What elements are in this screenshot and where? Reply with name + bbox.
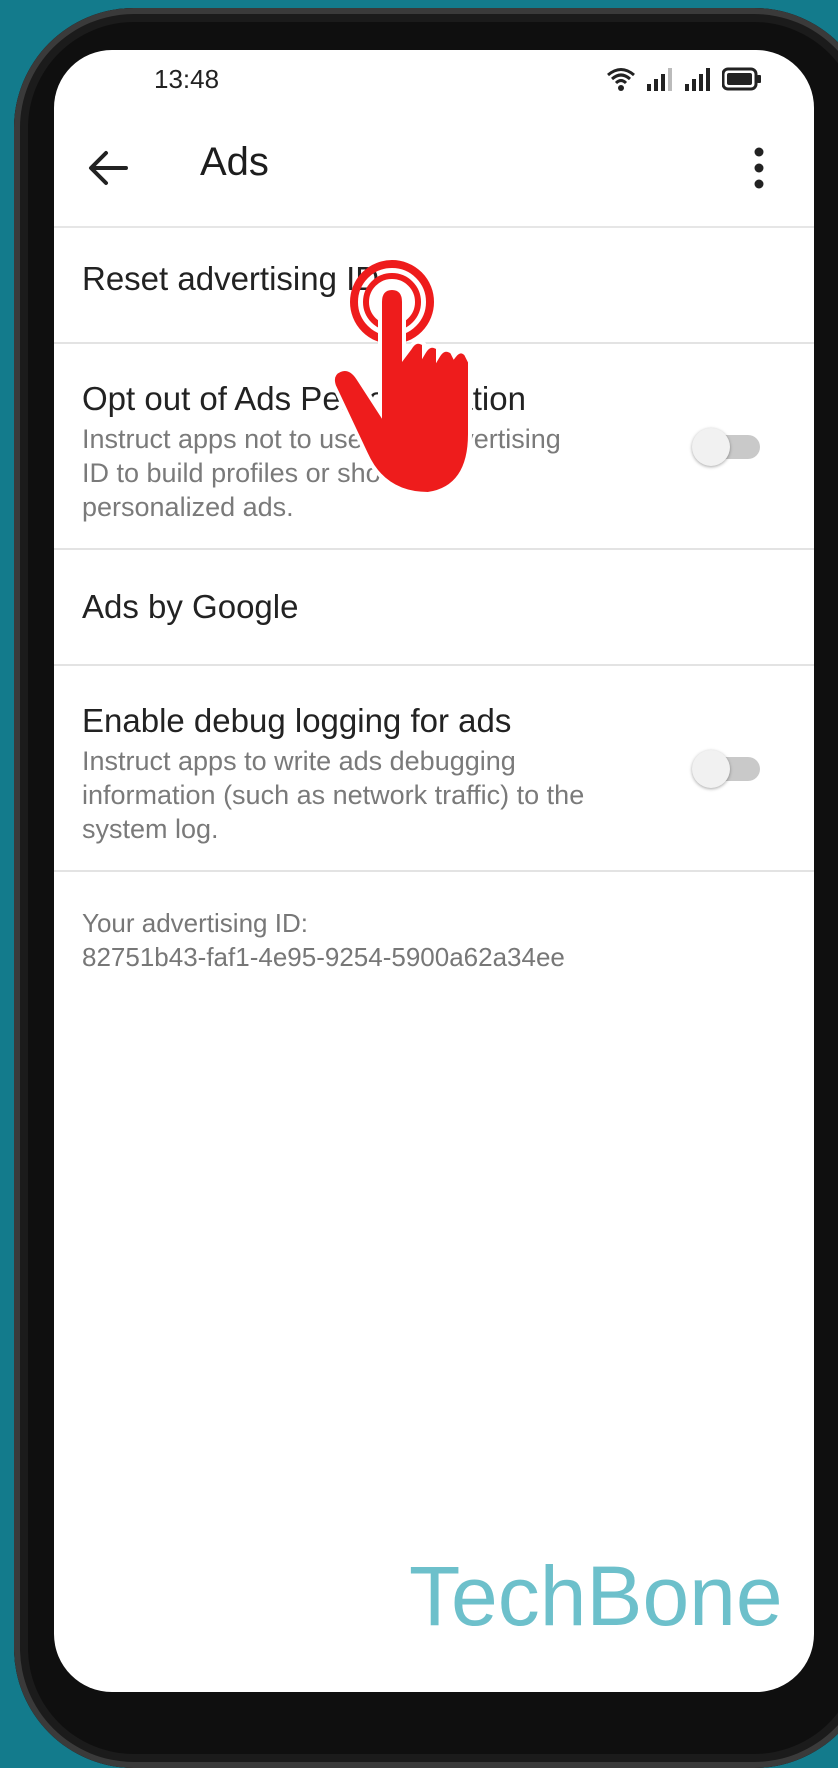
advertising-id-label: Your advertising ID: (82, 908, 308, 938)
more-options-button[interactable] (744, 142, 774, 194)
phone-screen: 13:48 Ads Reset advertising ID Opt out o… (54, 50, 814, 1692)
signal-icon (647, 68, 672, 91)
tap-hand-icon (330, 260, 472, 497)
ads-by-google-row[interactable]: Ads by Google (54, 550, 814, 666)
opt-out-toggle[interactable] (692, 428, 760, 466)
wifi-icon (607, 68, 635, 91)
battery-icon (722, 67, 761, 91)
toggle-thumb (692, 750, 730, 788)
toggle-thumb (692, 428, 730, 466)
status-bar: 13:48 (54, 50, 814, 110)
status-icons (606, 62, 762, 96)
row-title: Enable debug logging for ads (82, 702, 512, 739)
debug-logging-row[interactable]: Enable debug logging for ads Instruct ap… (54, 666, 814, 872)
advertising-id-value: 82751b43-faf1-4e95-9254-5900a62a34ee (82, 942, 565, 972)
more-vertical-icon (754, 147, 764, 189)
arrow-left-icon (89, 151, 128, 185)
signal-icon (685, 68, 710, 91)
app-bar: Ads (54, 110, 814, 228)
status-time: 13:48 (154, 64, 220, 94)
row-description: Instruct apps to write ads debugging inf… (82, 746, 585, 844)
row-title: Ads by Google (82, 588, 299, 625)
debug-logging-toggle[interactable] (692, 750, 760, 788)
page-title: Ads (200, 140, 269, 184)
back-button[interactable] (82, 142, 134, 194)
techbone-watermark: TechBone (409, 1549, 783, 1643)
